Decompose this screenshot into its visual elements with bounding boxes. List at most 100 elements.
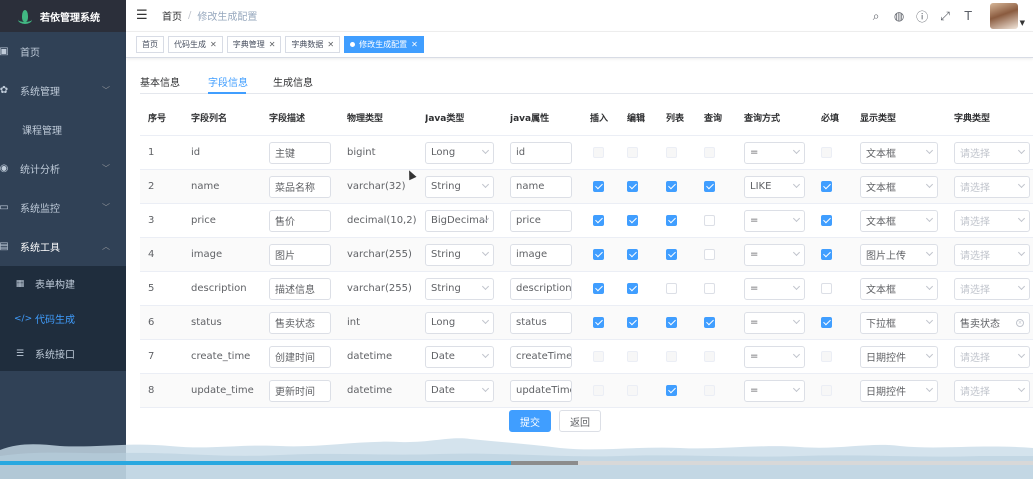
html-type-select[interactable]: 文本框 — [860, 209, 938, 232]
avatar[interactable] — [989, 3, 1018, 29]
query-type-select[interactable]: = — [744, 345, 805, 368]
list-checkbox[interactable] — [666, 351, 677, 362]
java-type-select[interactable]: Date — [425, 345, 494, 368]
list-checkbox[interactable] — [666, 385, 677, 396]
edit-checkbox[interactable] — [627, 215, 638, 226]
app-logo[interactable]: 若依管理系统 — [0, 0, 126, 32]
java-type-select[interactable]: String — [425, 243, 494, 266]
column-comment-input[interactable]: 售价 — [269, 209, 331, 232]
tag-dict-manage[interactable]: 字典管理 ✕ — [226, 36, 282, 53]
tag-edit-gen-config[interactable]: 修改生成配置 ✕ — [344, 36, 424, 53]
java-field-input[interactable]: image — [510, 243, 572, 266]
query-type-select[interactable]: = — [744, 209, 805, 232]
query-checkbox[interactable] — [704, 147, 715, 158]
edit-checkbox[interactable] — [627, 385, 638, 396]
html-type-select[interactable]: 下拉框 — [860, 311, 938, 334]
java-field-input[interactable]: createTime — [510, 345, 572, 368]
html-type-select[interactable]: 日期控件 — [860, 379, 938, 402]
ins-checkbox[interactable] — [593, 317, 604, 328]
ins-checkbox[interactable] — [593, 385, 604, 396]
tag-dict-data[interactable]: 字典数据 ✕ — [285, 36, 341, 53]
edit-checkbox[interactable] — [627, 317, 638, 328]
hamburger-icon[interactable]: ☰ — [136, 8, 150, 23]
close-icon[interactable]: ✕ — [411, 40, 418, 49]
close-icon[interactable]: ✕ — [210, 40, 217, 49]
query-checkbox[interactable] — [704, 317, 715, 328]
list-checkbox[interactable] — [666, 249, 677, 260]
sidebar-item-system[interactable]: ✿ 系统管理 ﹀ — [0, 71, 126, 110]
req-checkbox[interactable] — [821, 317, 832, 328]
sidebar-item-form-build[interactable]: ▦ 表单构建 — [0, 266, 126, 301]
req-checkbox[interactable] — [821, 283, 832, 294]
search-icon[interactable]: ⌕ — [865, 9, 888, 24]
query-checkbox[interactable] — [704, 385, 715, 396]
font-size-icon[interactable]: T — [957, 9, 980, 23]
dict-type-select[interactable]: 请选择 — [954, 175, 1030, 198]
dict-type-select[interactable]: 售卖状态 × — [954, 311, 1030, 334]
clear-icon[interactable]: × — [1016, 318, 1024, 327]
tab-gen-info[interactable]: 生成信息 — [273, 74, 313, 89]
close-icon[interactable]: ✕ — [269, 40, 276, 49]
column-comment-input[interactable]: 主键 — [269, 141, 331, 164]
edit-checkbox[interactable] — [627, 181, 638, 192]
column-comment-input[interactable]: 售卖状态 — [269, 311, 331, 334]
ins-checkbox[interactable] — [593, 147, 604, 158]
column-comment-input[interactable]: 创建时间 — [269, 345, 331, 368]
list-checkbox[interactable] — [666, 147, 677, 158]
query-checkbox[interactable] — [704, 283, 715, 294]
query-type-select[interactable]: LIKE — [744, 175, 805, 198]
ins-checkbox[interactable] — [593, 249, 604, 260]
close-icon[interactable]: ✕ — [327, 40, 334, 49]
req-checkbox[interactable] — [821, 181, 832, 192]
java-type-select[interactable]: String — [425, 277, 494, 300]
query-type-select[interactable]: = — [744, 277, 805, 300]
query-checkbox[interactable] — [704, 181, 715, 192]
java-type-select[interactable]: BigDecimal — [425, 209, 494, 232]
dict-type-select[interactable]: 请选择 — [954, 209, 1030, 232]
query-checkbox[interactable] — [704, 249, 715, 260]
dict-type-select[interactable]: 请选择 — [954, 243, 1030, 266]
breadcrumb-home[interactable]: 首页 — [162, 8, 182, 23]
java-field-input[interactable]: name — [510, 175, 572, 198]
html-type-select[interactable]: 文本框 — [860, 175, 938, 198]
ins-checkbox[interactable] — [593, 283, 604, 294]
html-type-select[interactable]: 文本框 — [860, 277, 938, 300]
github-icon[interactable]: ◍ — [888, 9, 911, 23]
sidebar-item-stats[interactable]: ◉ 统计分析 ﹀ — [0, 149, 126, 188]
dict-type-select[interactable]: 请选择 — [954, 379, 1030, 402]
query-checkbox[interactable] — [704, 215, 715, 226]
sidebar-item-monitor[interactable]: ▭ 系统监控 ﹀ — [0, 188, 126, 227]
question-icon[interactable]: ⓘ — [911, 8, 934, 25]
sidebar-item-course[interactable]: 课程管理 — [0, 110, 126, 149]
java-field-input[interactable]: id — [510, 141, 572, 164]
req-checkbox[interactable] — [821, 147, 832, 158]
sidebar-item-home[interactable]: ▣ 首页 — [0, 32, 126, 71]
list-checkbox[interactable] — [666, 283, 677, 294]
dict-type-select[interactable]: 请选择 — [954, 141, 1030, 164]
html-type-select[interactable]: 图片上传 — [860, 243, 938, 266]
query-type-select[interactable]: = — [744, 243, 805, 266]
query-type-select[interactable]: = — [744, 141, 805, 164]
java-field-input[interactable]: price — [510, 209, 572, 232]
back-button[interactable]: 返回 — [559, 410, 601, 432]
req-checkbox[interactable] — [821, 249, 832, 260]
ins-checkbox[interactable] — [593, 351, 604, 362]
sidebar-item-code-gen[interactable]: </> 代码生成 — [0, 301, 126, 336]
java-field-input[interactable]: status — [510, 311, 572, 334]
query-type-select[interactable]: = — [744, 379, 805, 402]
edit-checkbox[interactable] — [627, 283, 638, 294]
tag-code-gen[interactable]: 代码生成 ✕ — [168, 36, 223, 53]
dict-type-select[interactable]: 请选择 — [954, 345, 1030, 368]
java-type-select[interactable]: String — [425, 175, 494, 198]
req-checkbox[interactable] — [821, 215, 832, 226]
ins-checkbox[interactable] — [593, 215, 604, 226]
list-checkbox[interactable] — [666, 181, 677, 192]
caret-down-icon[interactable]: ▼ — [1020, 19, 1025, 27]
tag-home[interactable]: 首页 — [136, 36, 164, 53]
req-checkbox[interactable] — [821, 351, 832, 362]
list-checkbox[interactable] — [666, 317, 677, 328]
java-field-input[interactable]: description — [510, 277, 572, 300]
sidebar-item-api[interactable]: ☰ 系统接口 — [0, 336, 126, 371]
column-comment-input[interactable]: 菜品名称 — [269, 175, 331, 198]
dict-type-select[interactable]: 请选择 — [954, 277, 1030, 300]
